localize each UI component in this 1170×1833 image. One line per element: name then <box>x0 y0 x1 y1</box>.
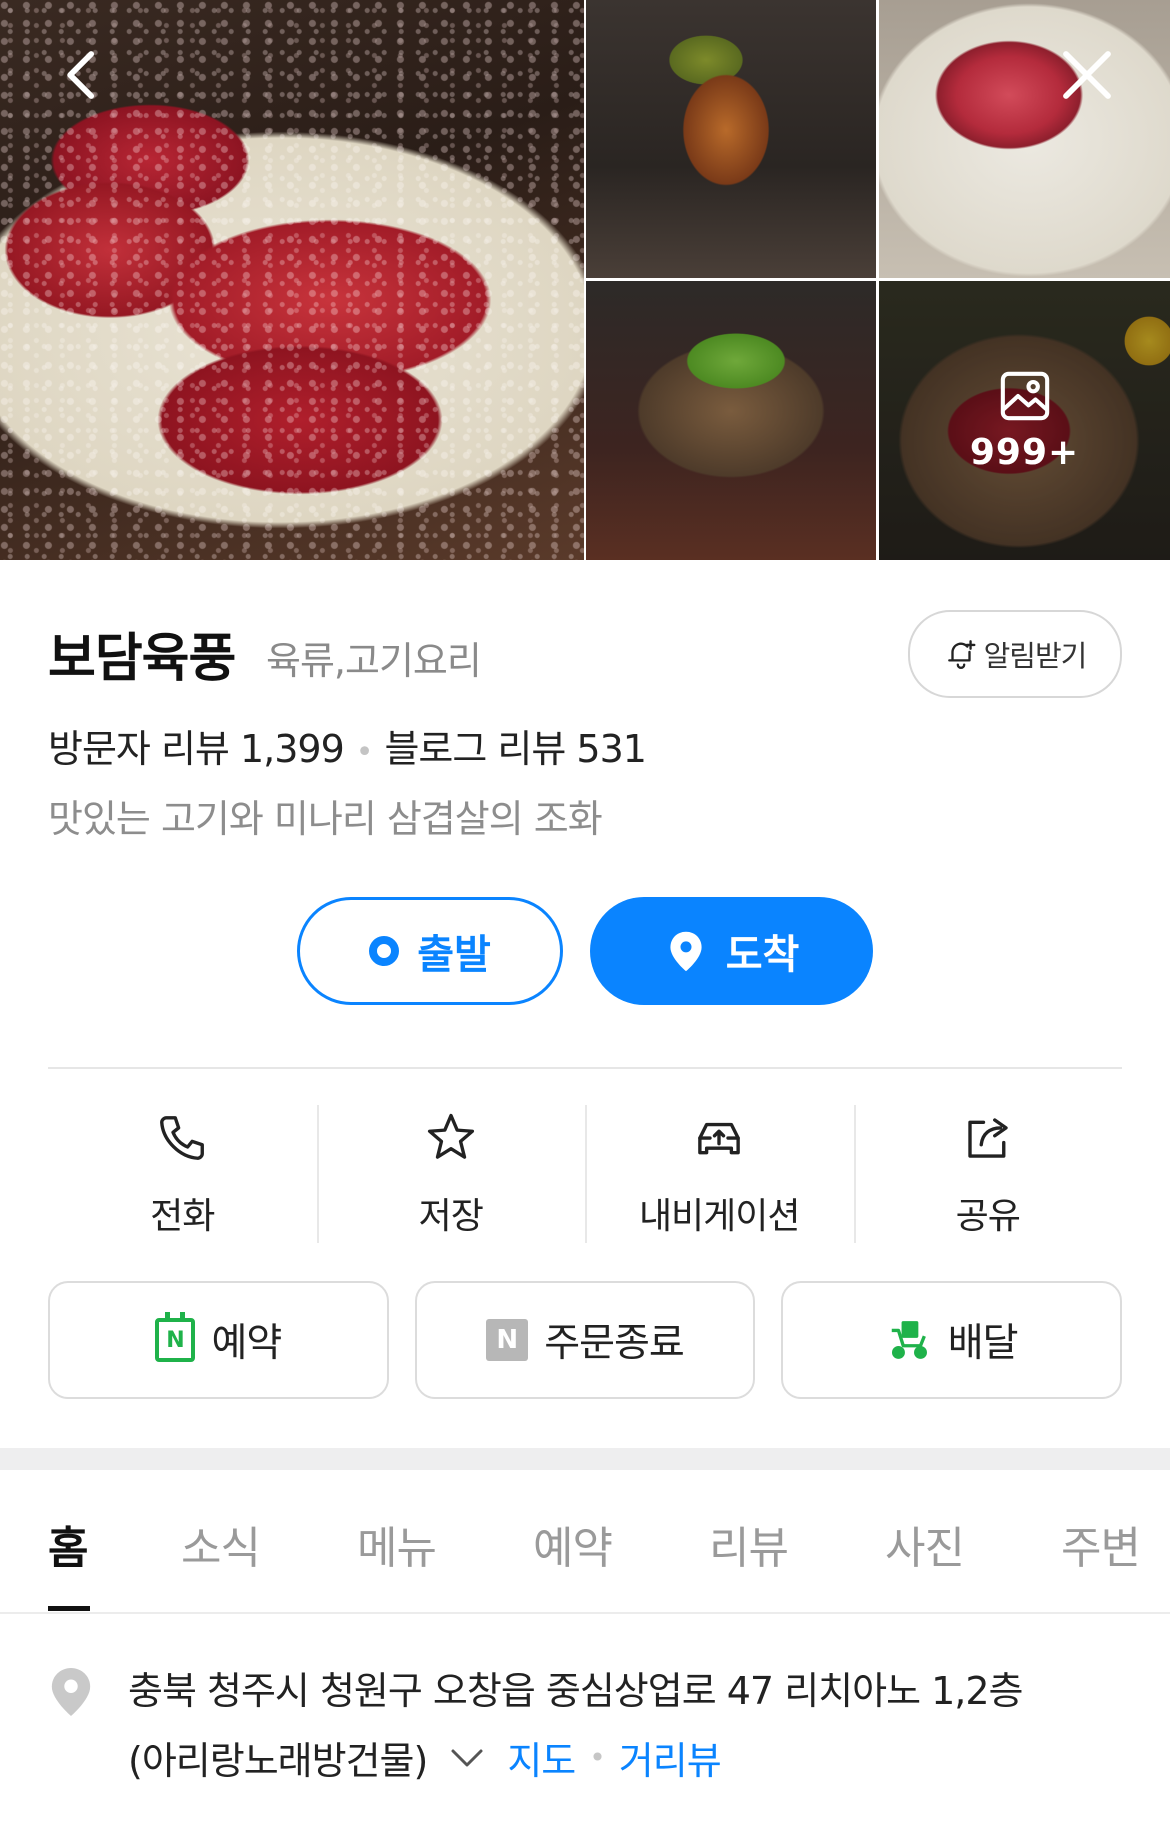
action-bar: 전화 저장 내비게이션 공유 <box>48 1105 1122 1245</box>
tab-menu[interactable]: 메뉴 <box>357 1512 437 1576</box>
share-label: 공유 <box>955 1196 1021 1237</box>
chevron-down-icon[interactable] <box>447 1738 487 1778</box>
location-pin-icon <box>51 1668 91 1716</box>
naver-n-icon: N <box>486 1319 529 1361</box>
bell-plus-icon <box>947 640 976 669</box>
tab-nearby[interactable]: 주변 <box>1061 1512 1141 1576</box>
street-view-link[interactable]: 거리뷰 <box>619 1730 722 1785</box>
delivery-label: 배달 <box>947 1321 1019 1366</box>
chevron-left-icon <box>67 51 95 99</box>
blog-review-link[interactable]: 블로그 리뷰 531 <box>384 727 646 771</box>
alert-label: 알림받기 <box>983 639 1088 673</box>
place-name: 보담육풍 <box>48 629 236 689</box>
address-line-2: (아리랑노래방건물) <box>128 1739 428 1783</box>
photo-thumb-1[interactable] <box>586 0 876 278</box>
share-button[interactable]: 공유 <box>853 1105 1123 1245</box>
place-tagline: 맛있는 고기와 미나리 삼겹살의 조화 <box>48 797 603 841</box>
address-line-1: 충북 청주시 청원구 오창읍 중심상업로 47 리치아노 1,2층 <box>128 1669 1024 1713</box>
delivery-button[interactable]: 배달 <box>781 1281 1123 1399</box>
photo-thumb-3[interactable] <box>586 281 876 560</box>
location-pin-icon <box>670 931 702 972</box>
back-button[interactable] <box>48 40 118 110</box>
route-start-button[interactable]: 출발 <box>297 897 563 1005</box>
separator-dot: • <box>589 1741 605 1774</box>
route-start-label: 출발 <box>417 932 491 978</box>
delivery-scooter-icon <box>891 1321 927 1359</box>
save-button[interactable]: 저장 <box>316 1105 586 1245</box>
call-button[interactable]: 전화 <box>48 1105 317 1245</box>
section-separator <box>0 1448 1170 1470</box>
order-button[interactable]: N 주문종료 <box>414 1281 756 1399</box>
address-line-2-row: (아리랑노래방건물) 지도 • 거리뷰 <box>128 1730 722 1785</box>
tab-bar: 홈 소식 메뉴 예약 리뷰 사진 주변 <box>0 1470 1170 1614</box>
more-photos-overlay[interactable]: 999+ <box>879 281 1170 560</box>
tab-news[interactable]: 소식 <box>181 1512 261 1576</box>
more-photos-count: 999+ <box>969 432 1080 473</box>
close-button[interactable] <box>1052 40 1122 110</box>
calendar-n-icon: N <box>155 1312 196 1362</box>
photo-gallery: 999+ <box>0 0 1170 560</box>
divider <box>48 1067 1122 1069</box>
reservation-label: 예약 <box>211 1321 282 1366</box>
phone-icon <box>160 1116 205 1160</box>
tab-review[interactable]: 리뷰 <box>709 1512 789 1576</box>
place-category: 육류,고기요리 <box>266 639 482 683</box>
active-tab-indicator <box>48 1606 90 1611</box>
map-link[interactable]: 지도 <box>507 1730 576 1785</box>
separator-dot: • <box>355 735 374 770</box>
image-icon <box>1000 371 1049 421</box>
tab-reservation[interactable]: 예약 <box>533 1512 613 1576</box>
close-icon <box>1063 51 1111 99</box>
review-summary: 방문자 리뷰 1,399 • 블로그 리뷰 531 <box>48 718 647 773</box>
alert-button[interactable]: 알림받기 <box>908 610 1122 698</box>
origin-dot-icon <box>369 936 400 966</box>
place-header: 보담육풍 육류,고기요리 알림받기 <box>48 610 1122 698</box>
call-label: 전화 <box>150 1196 215 1237</box>
order-label: 주문종료 <box>544 1321 685 1366</box>
car-navigation-icon <box>698 1122 741 1155</box>
star-icon <box>427 1113 474 1159</box>
tab-photo[interactable]: 사진 <box>885 1512 965 1576</box>
reservation-button[interactable]: N 예약 <box>48 1281 389 1399</box>
tab-home[interactable]: 홈 <box>48 1512 88 1576</box>
navigation-button[interactable]: 내비게이션 <box>585 1105 854 1245</box>
share-icon <box>968 1118 1008 1158</box>
save-label: 저장 <box>418 1196 484 1237</box>
feature-buttons: N 예약 N 주문종료 배달 <box>48 1281 1123 1399</box>
route-end-button[interactable]: 도착 <box>590 897 873 1005</box>
route-end-label: 도착 <box>725 932 800 978</box>
visitor-review-link[interactable]: 방문자 리뷰 1,399 <box>48 727 345 771</box>
navigation-label: 내비게이션 <box>638 1196 801 1237</box>
photo-thumb-2[interactable] <box>879 0 1170 278</box>
